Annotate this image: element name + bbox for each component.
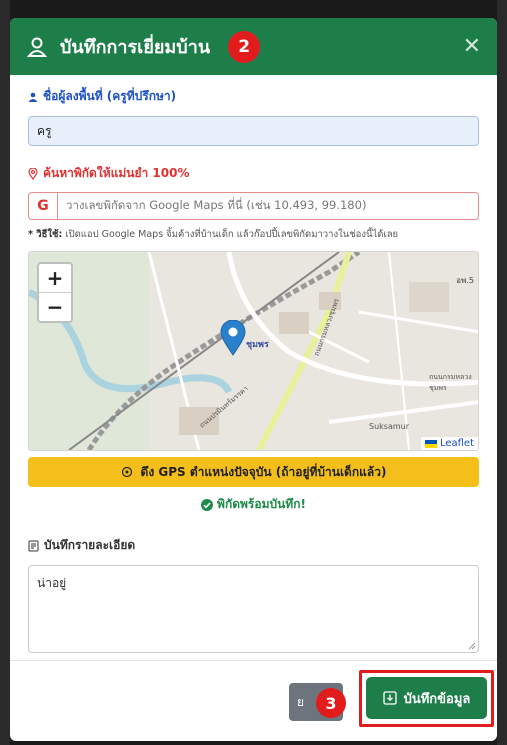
coordinates-label-text: ค้นหาพิกัดให้แม่นยำ 100% bbox=[43, 166, 190, 180]
details-value: น่าอยู่ bbox=[37, 576, 67, 590]
get-gps-button[interactable]: ดึง GPS ตำแหน่งปัจจุบัน (ถ้าอยู่ที่บ้านเ… bbox=[28, 457, 479, 487]
map-corner-label: อพ.5 bbox=[456, 276, 474, 285]
hint-prefix: * วิธีใช้: bbox=[28, 229, 63, 240]
map-road-label-4: ถนนกรมหลวงชุมพร bbox=[429, 373, 472, 392]
save-button[interactable]: บันทึกข้อมูล bbox=[366, 677, 487, 719]
map-view[interactable]: ชุมพร ถนนปรมินทร์มรรคา ถนนกรมหลวงชุมพร อ… bbox=[28, 251, 479, 451]
note-icon bbox=[28, 540, 39, 551]
details-label-text: บันทึกรายละเอียด bbox=[44, 538, 136, 552]
resize-handle-icon[interactable] bbox=[468, 642, 476, 650]
check-circle-icon bbox=[201, 498, 214, 511]
modal-body: ชื่อผู้ลงพื้นที่ (ครูที่ปรึกษา) ครู ค้นห… bbox=[10, 75, 497, 653]
coordinates-field: G วางเลขพิกัดจาก Google Maps ที่นี่ (เช่… bbox=[28, 192, 479, 220]
coordinates-ready-status: พิกัดพร้อมบันทึก! bbox=[28, 495, 479, 514]
background-right bbox=[497, 0, 507, 745]
user-small-icon bbox=[28, 92, 38, 102]
close-icon[interactable]: ✕ bbox=[463, 34, 481, 59]
map-tiles bbox=[29, 252, 478, 450]
zoom-in-button[interactable]: + bbox=[39, 264, 71, 292]
coordinates-label: ค้นหาพิกัดให้แม่นยำ 100% bbox=[28, 164, 479, 183]
get-gps-button-label: ดึง GPS ตำแหน่งปัจจุบัน (ถ้าอยู่ที่บ้านเ… bbox=[140, 464, 387, 479]
map-attribution[interactable]: Leaflet bbox=[420, 437, 478, 450]
flag-icon bbox=[424, 439, 437, 448]
modal-title: บันทึกการเยี่ยมบ้าน bbox=[60, 37, 211, 58]
area-user-input[interactable]: ครู bbox=[28, 116, 479, 146]
google-icon: G bbox=[28, 192, 57, 220]
details-textarea[interactable]: น่าอยู่ bbox=[28, 565, 479, 653]
map-place-label: ชุมพร bbox=[246, 340, 269, 350]
area-user-label-text: ชื่อผู้ลงพื้นที่ (ครูที่ปรึกษา) bbox=[43, 89, 177, 103]
zoom-control: + − bbox=[37, 262, 73, 323]
modal-footer: ย 3 บันทึกข้อมูล bbox=[10, 660, 497, 741]
map-pin-icon bbox=[28, 167, 38, 180]
area-user-label: ชื่อผู้ลงพื้นที่ (ครูที่ปรึกษา) bbox=[28, 87, 479, 106]
details-label: บันทึกรายละเอียด bbox=[28, 536, 479, 555]
map-road-label-3: Suksamur bbox=[369, 422, 410, 431]
background-left bbox=[0, 0, 10, 745]
coordinates-hint: * วิธีใช้: เปิดแอป Google Maps จิ้มค้างท… bbox=[28, 227, 479, 242]
zoom-out-button[interactable]: − bbox=[39, 292, 71, 321]
crosshair-icon bbox=[121, 466, 132, 478]
coordinates-input[interactable]: วางเลขพิกัดจาก Google Maps ที่นี่ (เช่น … bbox=[57, 192, 479, 220]
step-badge-2: 2 bbox=[228, 30, 261, 63]
ready-text: พิกัดพร้อมบันทึก! bbox=[217, 497, 306, 511]
user-icon bbox=[26, 37, 48, 57]
map-marker-icon bbox=[220, 320, 246, 356]
step-badge-3: 3 bbox=[316, 688, 346, 718]
save-icon bbox=[382, 691, 397, 705]
modal-header: บันทึกการเยี่ยมบ้าน 2 ✕ bbox=[10, 18, 497, 75]
attribution-link[interactable]: Leaflet bbox=[440, 438, 474, 449]
hint-text: เปิดแอป Google Maps จิ้มค้างที่บ้านเด็ก … bbox=[62, 229, 399, 240]
save-button-label: บันทึกข้อมูล bbox=[403, 691, 471, 707]
home-visit-modal: บันทึกการเยี่ยมบ้าน 2 ✕ ชื่อผู้ลงพื้นที่… bbox=[10, 18, 497, 741]
